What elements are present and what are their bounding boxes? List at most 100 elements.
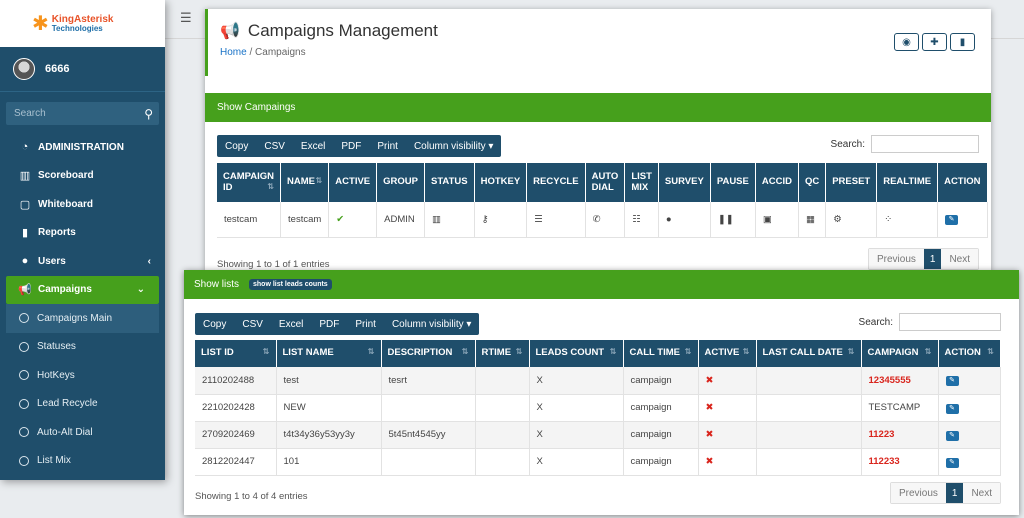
cell-list-name: 101 [276,448,382,476]
col-auto-dial[interactable]: AUTO DIAL [585,163,626,202]
lists-search-input[interactable] [899,313,1001,331]
col-status[interactable]: STATUS [424,163,475,202]
edit-button[interactable]: ✎ [938,448,1001,476]
col-realtime[interactable]: REALTIME [876,163,939,202]
sidebar-search-input[interactable] [14,108,124,119]
col-call-time[interactable]: CALL TIME ⇅ [623,340,699,367]
check-icon: ✔ [328,202,378,238]
table-icon[interactable]: ▦ [798,202,827,238]
previous-button[interactable]: Previous [890,483,946,503]
view-button[interactable]: ◉ [894,33,919,51]
survey-dot-icon[interactable]: ● [658,202,711,238]
previous-button[interactable]: Previous [868,249,924,269]
edit-icon: ✎ [945,430,959,441]
col-campaign[interactable]: CAMPAIGN ⇅ [861,340,939,367]
edit-button[interactable]: ✎ [938,394,1001,422]
sidebar-item-label: Reports [38,227,76,239]
add-button[interactable]: ✚ [922,33,947,51]
phone-icon[interactable]: ✆ [585,202,626,238]
sidebar-subitem-list-mix[interactable]: List Mix [0,447,165,476]
sidebar-subitem-statuses[interactable]: Statuses [0,333,165,362]
eye-icon: ◉ [902,36,911,48]
cell-campaign[interactable]: 12345555 [861,367,939,395]
col-survey[interactable]: SURVEY [658,163,711,202]
cell-campaign[interactable]: 112233 [861,448,939,476]
page-1-button[interactable]: 1 [923,249,942,269]
status-chart-icon[interactable]: ▥ [424,202,475,238]
database-icon[interactable]: ☰ [526,202,586,238]
next-button[interactable]: Next [963,483,1000,503]
breadcrumb-home[interactable]: Home [220,47,247,58]
campaigns-search-input[interactable] [871,135,979,153]
col-rtime[interactable]: RTIME ⇅ [475,340,530,367]
col-list-name[interactable]: LIST NAME ⇅ [276,340,382,367]
col-pause[interactable]: PAUSE [710,163,756,202]
sidebar-item-label: ADMINISTRATION [38,141,124,153]
pdf-button[interactable]: PDF [333,141,369,152]
cell-list-name: t4t34y36y53yy3y [276,421,382,449]
excel-button[interactable]: Excel [293,141,333,152]
search-icon[interactable]: ⚲ [144,107,153,121]
edit-button[interactable]: ✎ [938,421,1001,449]
brand-logo[interactable]: ✱ KingAsterisk Technologies [0,0,165,47]
col-recycle[interactable]: RECYCLE [526,163,586,202]
sidebar-subitem-lead-recycle[interactable]: Lead Recycle [0,390,165,419]
copy-button[interactable]: Copy [195,319,234,330]
col-description[interactable]: DESCRIPTION ⇅ [381,340,476,367]
cell-campaign[interactable]: TESTCAMP [861,394,939,422]
sidebar-item-scoreboard[interactable]: ▥ Scoreboard [0,162,165,191]
pdf-button[interactable]: PDF [311,319,347,330]
print-button[interactable]: Print [347,319,384,330]
sidebar-item-whiteboard[interactable]: ▢ Whiteboard [0,190,165,219]
csv-button[interactable]: CSV [234,319,271,330]
sidebar-subitem-hotkeys[interactable]: HotKeys [0,361,165,390]
square-icon: ▢ [19,198,31,211]
col-qc[interactable]: QC [798,163,827,202]
spinner-icon[interactable]: ⁘ [876,202,939,238]
sidebar-item-reports[interactable]: ▮ Reports [0,219,165,248]
sidebar-item-administration[interactable]: ◔ ADMINISTRATION [0,133,165,162]
excel-button[interactable]: Excel [271,319,311,330]
column-visibility-button[interactable]: Column visibility ▾ [406,141,501,152]
col-last-call-date[interactable]: LAST CALL DATE ⇅ [756,340,862,367]
col-active[interactable]: ACTIVE [328,163,378,202]
col-accid[interactable]: ACCID [755,163,799,202]
col-group[interactable]: GROUP [376,163,425,202]
hamburger-menu-icon[interactable]: ☰ [180,10,192,26]
edit-button[interactable]: ✎ [938,367,1001,395]
pause-icon[interactable]: ❚❚ [710,202,756,238]
page-1-button[interactable]: 1 [945,483,964,503]
cell-campaign[interactable]: 11223 [861,421,939,449]
id-card-icon[interactable]: ▣ [755,202,799,238]
csv-button[interactable]: CSV [256,141,293,152]
col-hotkey[interactable]: HOTKEY [474,163,528,202]
list-icon[interactable]: ☷ [624,202,659,238]
sidebar-subitem-campaigns-main[interactable]: Campaigns Main [6,304,159,333]
sidebar-subitem-label: List Mix [37,455,71,467]
col-list-id[interactable]: LIST ID ⇅ [195,340,277,367]
key-icon[interactable]: ⚷ [474,202,528,238]
sidebar-item-users[interactable]: ● Users ‹ [0,247,165,276]
sidebar-item-campaigns[interactable]: 📢 Campaigns ⌄ [6,275,159,304]
col-list-mix[interactable]: LIST MIX [624,163,659,202]
sort-icon: ⇅ [262,347,270,357]
table-row: 2709202469 t4t34y36y53yy3y 5t45nt4545yy … [195,421,1001,449]
show-leads-counts-button[interactable]: show list leads counts [249,279,332,290]
copy-button[interactable]: Copy [217,141,256,152]
edit-button[interactable]: ✎ [937,202,988,238]
col-action[interactable]: ACTION ⇅ [938,340,1001,367]
user-panel[interactable]: 6666 [0,47,165,92]
cell-description [381,394,476,422]
sidebar-subitem-auto-alt-dial[interactable]: Auto-Alt Dial [0,418,165,447]
col-preset[interactable]: PRESET [825,163,878,202]
document-button[interactable]: ▮ [950,33,975,51]
col-leads-count[interactable]: LEADS COUNT ⇅ [529,340,624,367]
col-name[interactable]: NAME ⇅ [280,163,330,202]
next-button[interactable]: Next [941,249,978,269]
print-button[interactable]: Print [369,141,406,152]
col-action[interactable]: ACTION [937,163,988,202]
col-active[interactable]: ACTIVE ⇅ [698,340,757,367]
col-campaign-id[interactable]: CAMPAIGN ID ⇅ [217,163,282,202]
gear-icon[interactable]: ⚙ [825,202,878,238]
column-visibility-button[interactable]: Column visibility ▾ [384,319,479,330]
